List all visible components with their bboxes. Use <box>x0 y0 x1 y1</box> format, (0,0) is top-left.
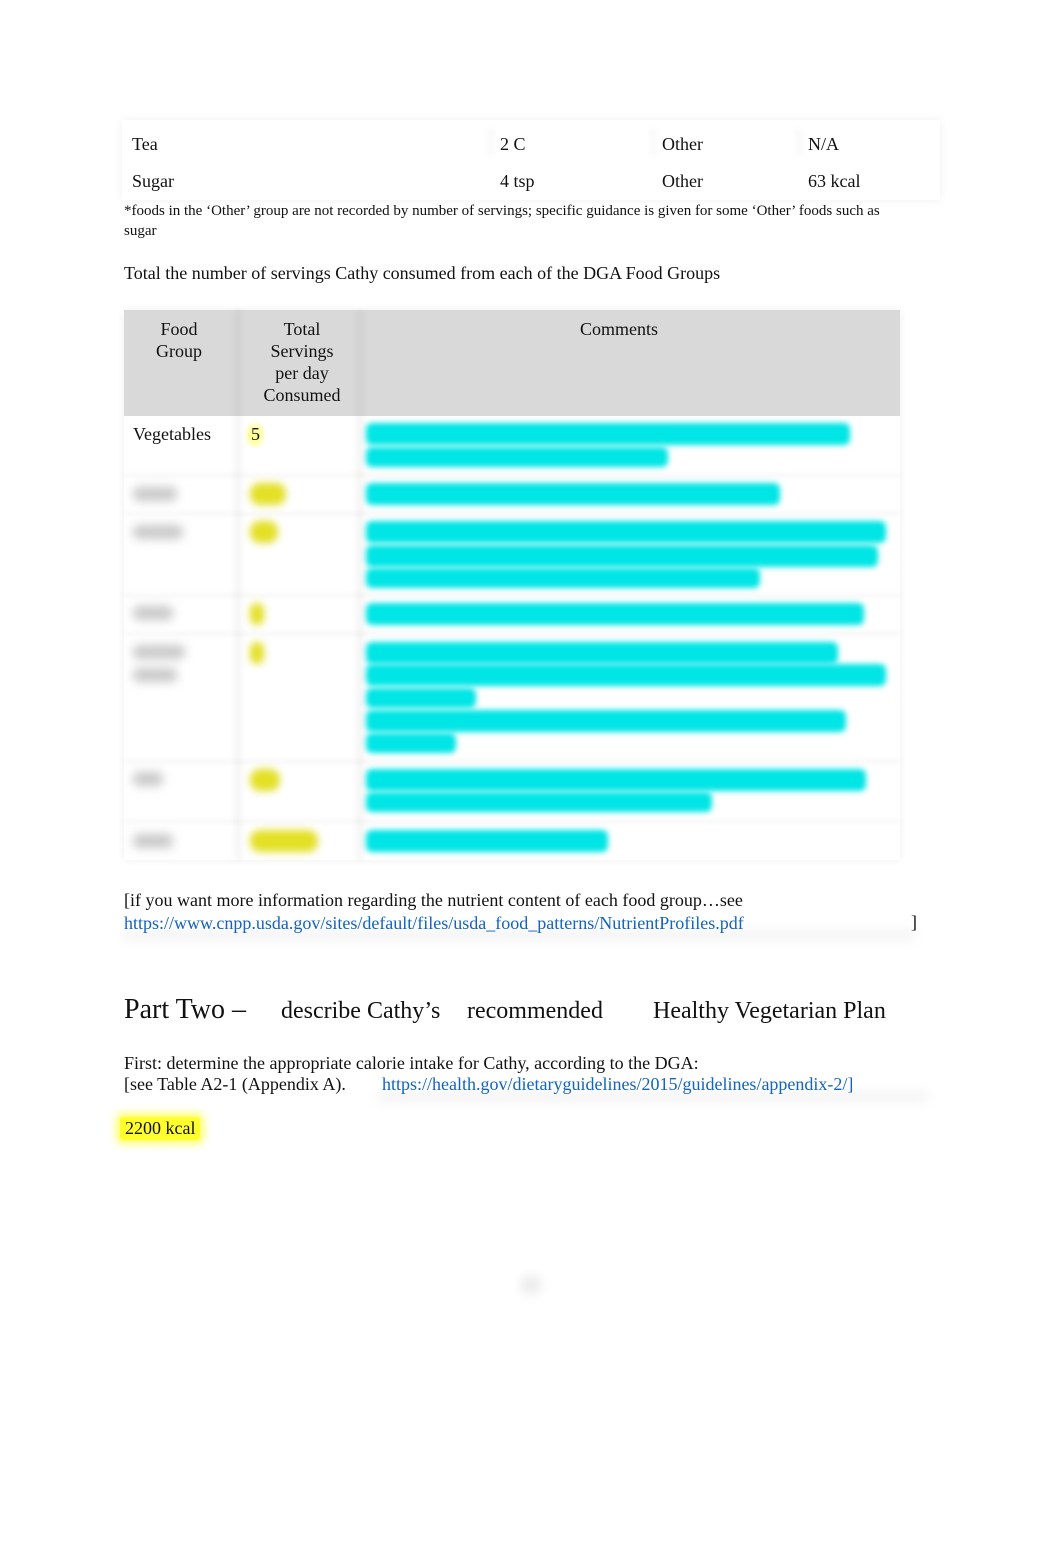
blurred-servings <box>250 642 264 664</box>
row-divider <box>124 820 900 823</box>
part-two-subtitle-3: Healthy Vegetarian Plan <box>653 998 886 1024</box>
blurred-comment <box>366 447 668 467</box>
blurred-comment <box>366 423 850 445</box>
row-divider <box>124 632 900 635</box>
blurred-comment <box>366 688 476 708</box>
blurred-comment <box>366 603 864 625</box>
header-comments: Comments <box>364 318 874 340</box>
group-cell: Other <box>662 171 703 191</box>
servings-value: 5 <box>251 424 260 444</box>
blurred-servings <box>250 483 286 505</box>
food-group-vegetables: Vegetables <box>133 424 211 444</box>
calories-cell: 63 kcal <box>808 171 861 191</box>
blurred-food-group <box>133 606 173 620</box>
blurred-food-group <box>133 834 173 848</box>
blurred-food-group <box>133 645 185 659</box>
header-line: Total <box>283 319 321 339</box>
closing-bracket: ] <box>911 912 917 932</box>
servings-instruction: Total the number of servings Cathy consu… <box>124 263 721 283</box>
table-row: Tea 2 C Other N/A <box>122 124 940 160</box>
header-line: Food <box>160 319 198 339</box>
part-two-title: Part Two – <box>124 994 246 1025</box>
blurred-food-group <box>133 668 177 682</box>
part-two-subtitle-1: describe Cathy’s <box>281 998 441 1024</box>
servings-vegetables: 5 <box>244 421 266 449</box>
blurred-comment <box>366 664 886 686</box>
header-line: Group <box>156 341 202 361</box>
group-cell: Other <box>662 134 703 154</box>
blurred-comment <box>366 769 866 791</box>
blurred-comment <box>366 830 608 852</box>
page-number <box>520 1275 542 1295</box>
blurred-comment <box>366 792 712 812</box>
amount-cell: 2 C <box>500 134 526 154</box>
header-food-group: Food Group <box>124 318 234 362</box>
blurred-comment <box>366 521 886 543</box>
column-divider <box>650 128 656 156</box>
link-shadow <box>378 1092 928 1102</box>
blurred-food-group <box>133 525 183 539</box>
column-divider <box>796 128 802 156</box>
row-divider <box>124 760 900 763</box>
see-table-text: [see Table A2-1 (Appendix A). <box>124 1074 346 1094</box>
blurred-food-group <box>133 772 163 786</box>
info-text: [if you want more information regarding … <box>124 890 743 910</box>
food-cell: Sugar <box>132 171 174 191</box>
column-divider <box>234 310 242 860</box>
blurred-comment <box>366 710 846 732</box>
first-step-text: First: determine the appropriate calorie… <box>124 1053 699 1073</box>
header-servings: Total Servings per day Consumed <box>242 318 362 406</box>
column-divider <box>488 128 494 156</box>
food-cell: Tea <box>132 134 158 154</box>
footnote: *foods in the ‘Other’ group are not reco… <box>124 203 880 239</box>
blurred-comment <box>366 545 878 567</box>
row-divider <box>124 512 900 515</box>
info-note: [if you want more information regarding … <box>124 889 744 935</box>
blurred-servings <box>250 830 318 852</box>
link-shadow <box>124 930 914 940</box>
blurred-food-group <box>133 487 177 501</box>
part-two-subtitle-2: recommended <box>467 998 603 1024</box>
blurred-servings <box>250 521 278 543</box>
header-line: Consumed <box>263 385 341 405</box>
blurred-servings <box>250 769 280 791</box>
blurred-comment <box>366 483 780 505</box>
blurred-comment <box>366 642 838 664</box>
calorie-answer: 2200 kcal <box>120 1117 201 1140</box>
calories-cell: N/A <box>808 134 839 154</box>
blurred-comment <box>366 733 456 753</box>
table-row: Sugar 4 tsp Other 63 kcal <box>122 161 940 197</box>
blurred-comment <box>366 568 760 588</box>
blurred-servings <box>250 603 264 625</box>
header-line: Servings <box>270 341 334 361</box>
amount-cell: 4 tsp <box>500 171 535 191</box>
row-divider <box>124 594 900 597</box>
column-divider <box>356 310 364 860</box>
header-line: per day <box>275 363 329 383</box>
header-line: Comments <box>579 319 658 339</box>
food-log-table: Tea 2 C Other N/A Sugar 4 tsp Other 63 k… <box>122 120 940 200</box>
row-divider <box>124 474 900 477</box>
